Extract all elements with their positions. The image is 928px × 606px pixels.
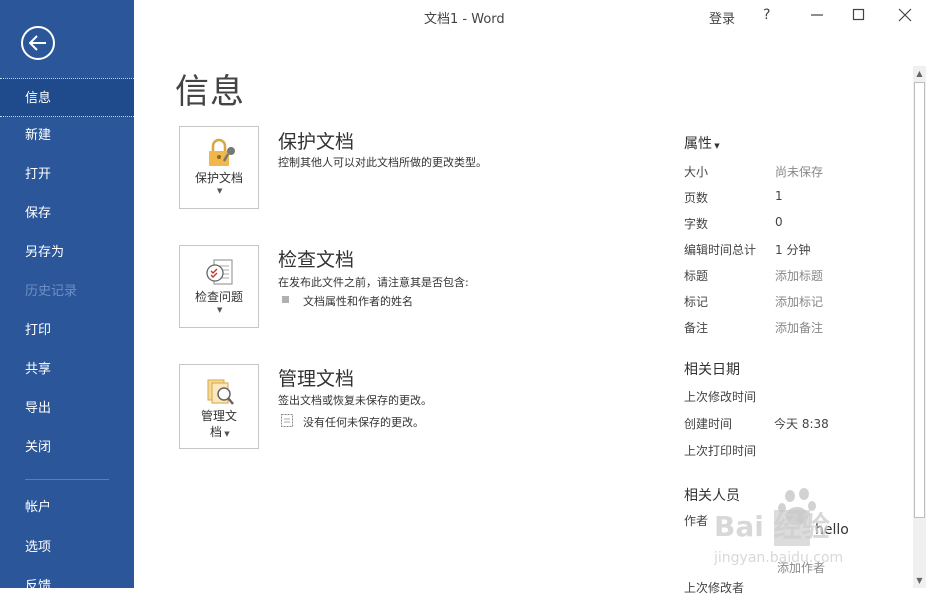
prop-label-pages: 页数 — [684, 191, 709, 205]
protect-document-label: 保护文档 — [194, 171, 243, 185]
nav-save-as[interactable]: 另存为 — [0, 233, 134, 272]
chevron-down-icon: ▼ — [222, 430, 230, 438]
inspect-document-description: 在发布此文件之前，请注意其是否包含: — [278, 276, 469, 289]
protect-document-title: 保护文档 — [278, 131, 355, 153]
maximize-icon[interactable] — [852, 8, 866, 22]
manage-document-description: 签出文档或恢复未保存的更改。 — [278, 394, 432, 407]
date-value-created: 今天 8:38 — [774, 417, 829, 431]
protect-document-button[interactable]: 保护文档 ▼ — [179, 126, 259, 209]
help-button[interactable]: ? — [763, 7, 770, 23]
inspect-document-icon — [206, 259, 233, 285]
protect-document-description: 控制其他人可以对此文档所做的更改类型。 — [278, 156, 487, 169]
chevron-down-icon: ▼ — [217, 187, 223, 195]
nav-share[interactable]: 共享 — [0, 350, 134, 389]
properties-header-label: 属性 — [684, 136, 712, 152]
title-bar: 文档1 - Word 登录 ? — [134, 0, 928, 32]
document-title: 文档1 - Word — [424, 12, 505, 27]
prop-label-title: 标题 — [684, 269, 709, 283]
scroll-up-arrow-icon[interactable]: ▲ — [913, 67, 926, 81]
scroll-down-arrow-icon[interactable]: ▼ — [913, 574, 926, 588]
inspect-bullet-text: 文档属性和作者的姓名 — [303, 295, 413, 308]
check-issues-button[interactable]: 检查问题 ▼ — [179, 245, 259, 328]
prop-label-comments: 备注 — [684, 321, 709, 335]
chevron-down-icon: ▼ — [217, 306, 223, 314]
unsaved-document-icon — [281, 414, 293, 427]
back-arrow-icon[interactable] — [21, 26, 55, 60]
nav-new[interactable]: 新建 — [0, 116, 134, 155]
nav-export[interactable]: 导出 — [0, 389, 134, 428]
prop-label-edit-time: 编辑时间总计 — [684, 243, 757, 257]
nav-open[interactable]: 打开 — [0, 155, 134, 194]
backstage-sidebar: 信息 新建 打开 保存 另存为 历史记录 打印 共享 导出 关闭 帐户 选项 反… — [0, 0, 134, 594]
login-link[interactable]: 登录 — [709, 8, 735, 27]
nav-print[interactable]: 打印 — [0, 311, 134, 350]
minimize-icon[interactable] — [810, 8, 824, 22]
nav-close[interactable]: 关闭 — [0, 428, 134, 467]
author-label: 作者 — [684, 514, 709, 528]
bullet-icon — [282, 296, 289, 303]
lock-key-icon — [209, 138, 235, 166]
prop-label-size: 大小 — [684, 165, 709, 179]
prop-label-words: 字数 — [684, 217, 709, 231]
scrollbar-thumb[interactable] — [914, 82, 925, 518]
nav-history: 历史记录 — [25, 284, 78, 299]
baidu-jingyan-watermark: Bai 经验 jingyan.baidu.com — [713, 488, 843, 566]
manage-document-title: 管理文档 — [278, 368, 355, 390]
watermark-url: jingyan.baidu.com — [713, 550, 843, 566]
prop-value-words: 0 — [775, 215, 783, 229]
page-title: 信息 — [175, 72, 245, 112]
nav-account[interactable]: 帐户 — [0, 488, 134, 527]
manage-bullet-text: 没有任何未保存的更改。 — [303, 416, 424, 429]
manage-versions-icon — [207, 379, 234, 405]
nav-divider — [25, 479, 109, 480]
close-icon[interactable] — [898, 8, 912, 22]
check-issues-label: 检查问题 — [194, 290, 243, 304]
manage-document-label-line1: 管理文 — [200, 409, 237, 423]
prop-value-edit-time: 1 分钟 — [775, 243, 811, 257]
nav-feedback[interactable]: 反馈 — [0, 567, 134, 606]
add-comments-field[interactable]: 添加备注 — [775, 319, 823, 336]
manage-document-label-line2: 档 ▼ — [210, 423, 230, 440]
manage-document-button[interactable]: 管理文 档 ▼ — [179, 364, 259, 449]
date-label-printed: 上次打印时间 — [684, 444, 757, 458]
chevron-down-icon: ▼ — [712, 142, 720, 150]
nav-save[interactable]: 保存 — [0, 194, 134, 233]
prop-label-tags: 标记 — [684, 295, 709, 309]
add-title-field[interactable]: 添加标题 — [775, 267, 823, 284]
prop-value-size: 尚未保存 — [775, 165, 824, 179]
prop-value-pages: 1 — [775, 189, 783, 203]
date-label-created: 创建时间 — [684, 417, 733, 431]
inspect-document-title: 检查文档 — [278, 249, 355, 271]
nav-info[interactable]: 信息 — [0, 78, 134, 117]
watermark-text: Bai 经验 — [714, 510, 830, 543]
add-tags-field[interactable]: 添加标记 — [775, 293, 823, 310]
nav-options[interactable]: 选项 — [0, 528, 134, 567]
manage-document-label-line2-text: 档 — [210, 425, 223, 439]
related-dates-header: 相关日期 — [684, 362, 740, 378]
date-label-modified: 上次修改时间 — [684, 390, 757, 404]
properties-header[interactable]: 属性 ▼ — [684, 133, 720, 153]
